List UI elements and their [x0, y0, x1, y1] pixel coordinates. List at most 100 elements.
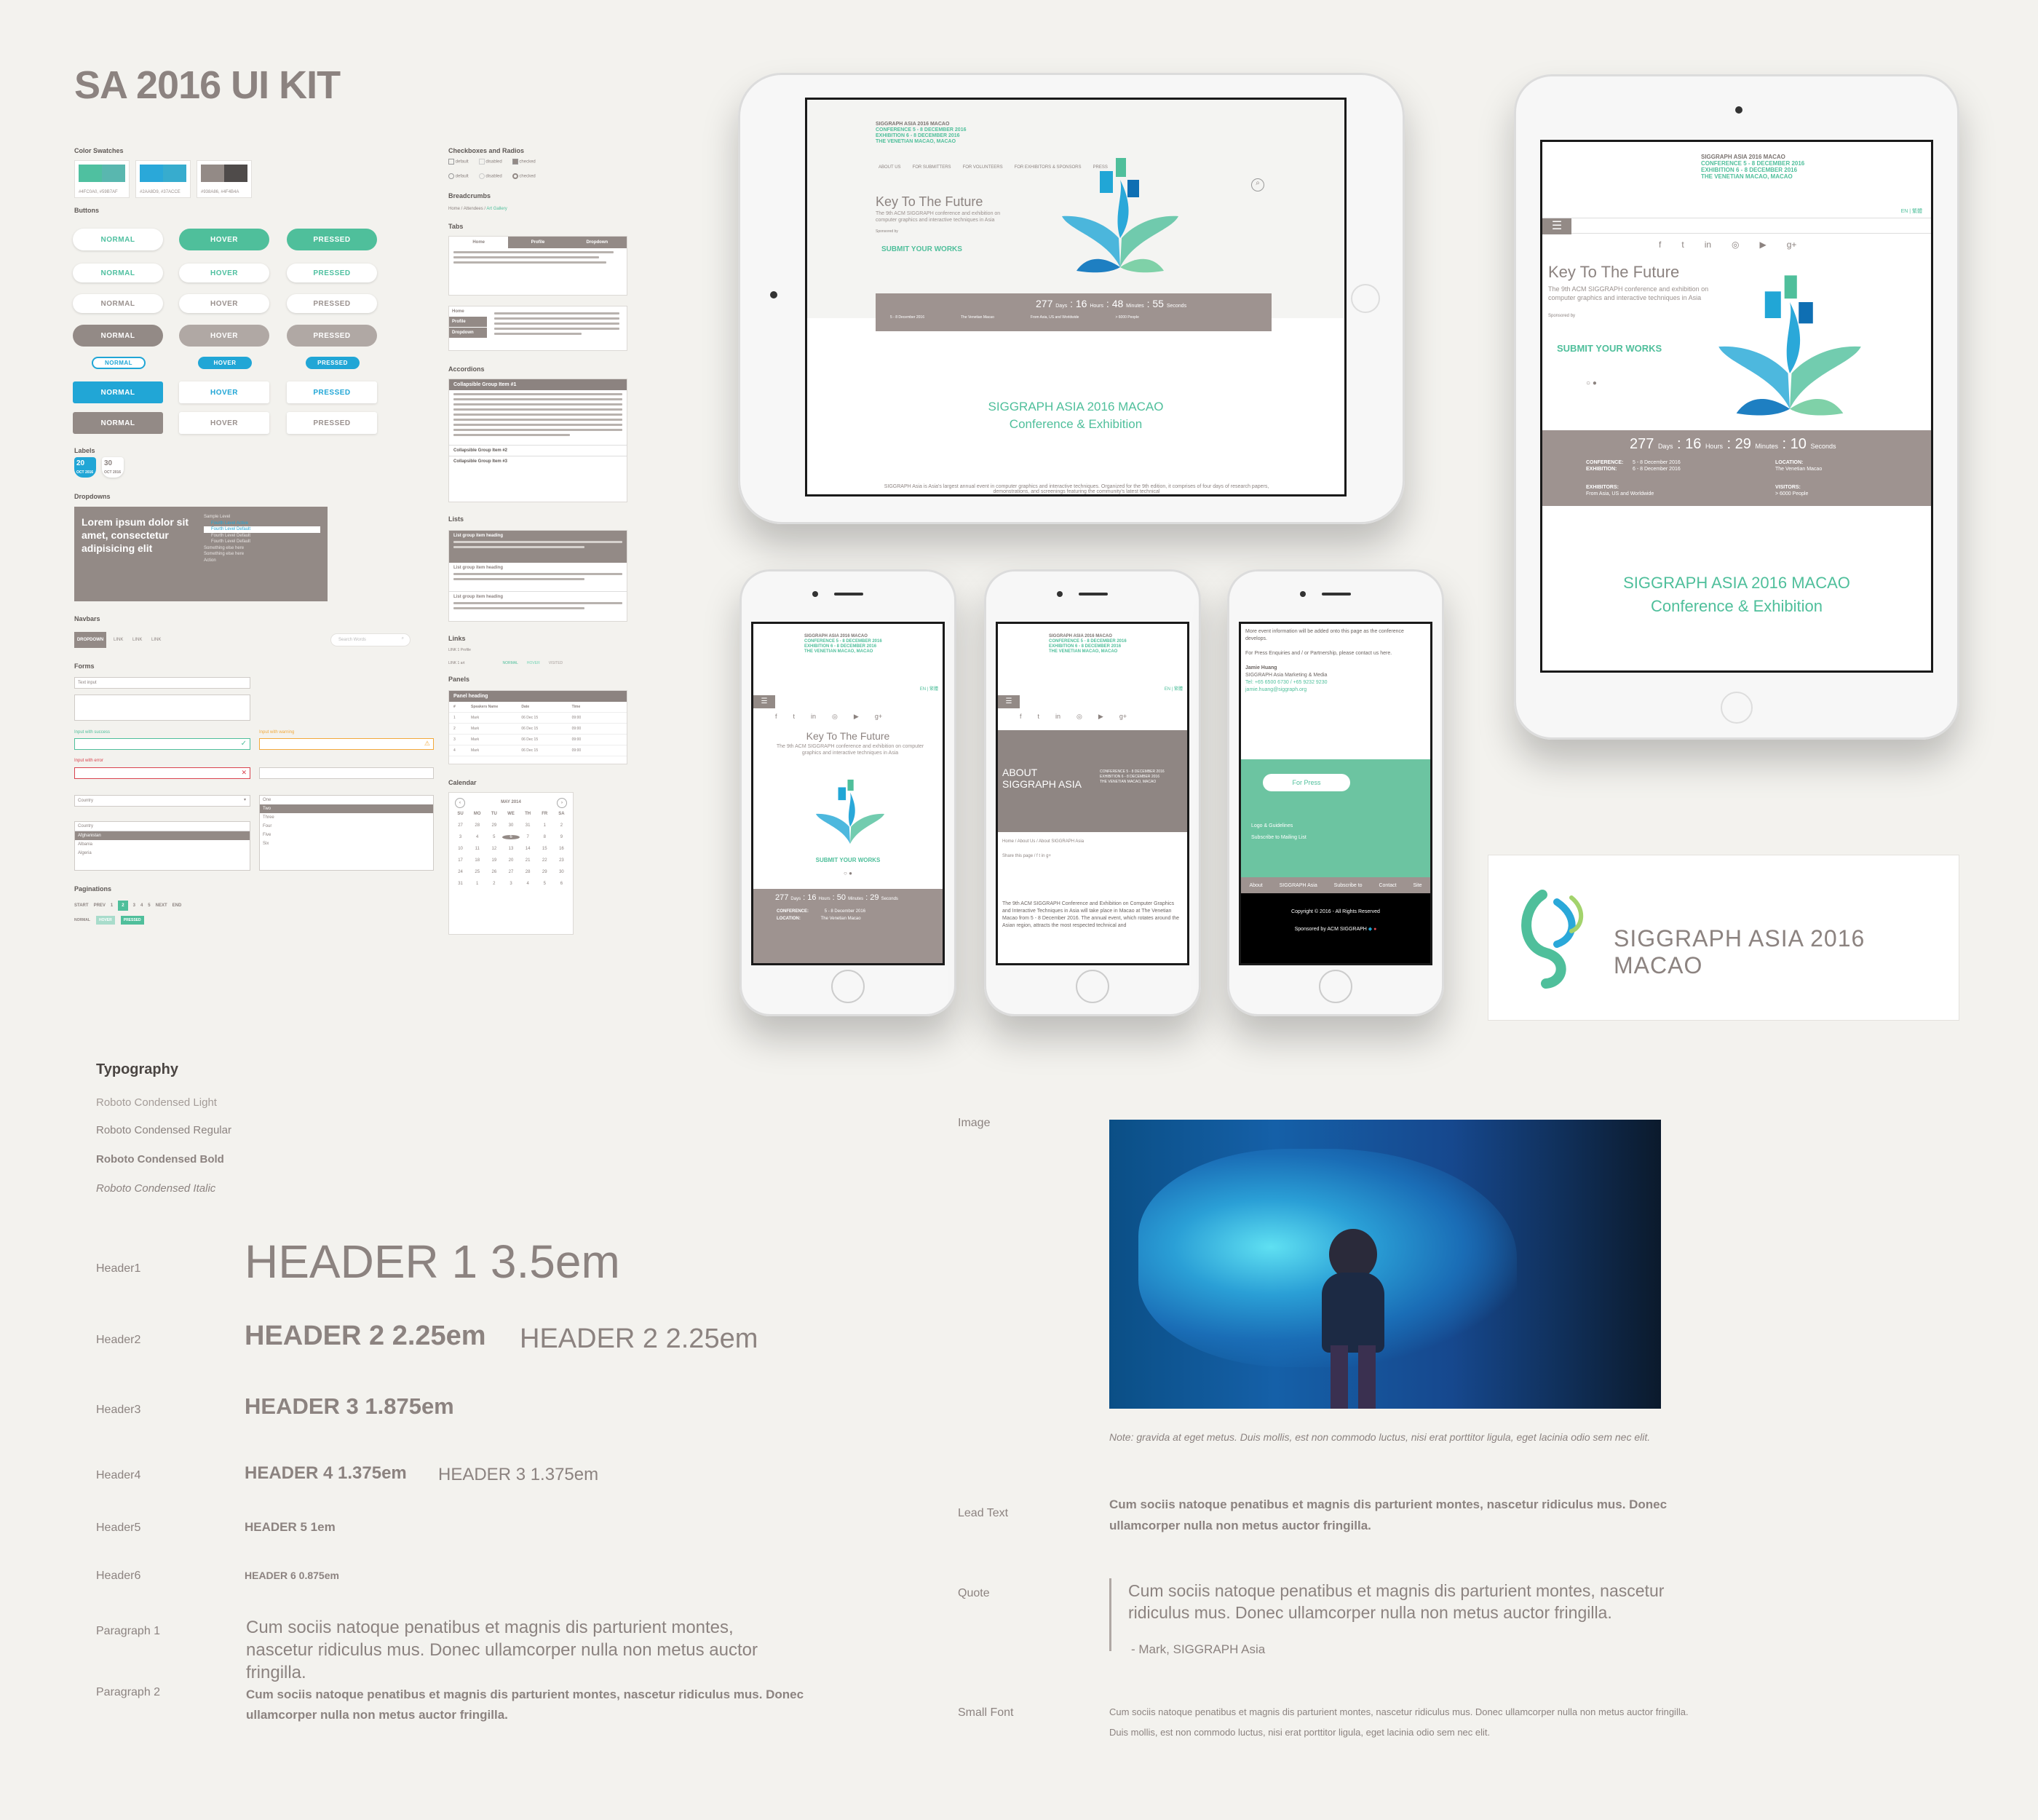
listbox-option[interactable]: Six — [260, 839, 433, 848]
chevron-left-icon[interactable]: ‹ — [455, 798, 465, 808]
page-3[interactable]: 3 — [133, 903, 135, 908]
chevron-right-icon[interactable]: › — [557, 798, 567, 808]
accordion-item-3[interactable]: Collapsible Group Item #3 — [449, 456, 627, 467]
radio-checked[interactable]: checked — [512, 173, 536, 179]
calendar-day[interactable]: 30 — [502, 823, 519, 828]
site-logo[interactable]: SIGGRAPH ASIA 2016 MACAO CONFERENCE 5 - 8… — [804, 634, 882, 654]
instagram-icon[interactable]: ◎ — [1732, 240, 1739, 250]
button-hover-teal[interactable]: HOVER — [179, 229, 269, 250]
site-logo[interactable]: SIGGRAPH ASIA 2016 MACAO CONFERENCE 5 - 8… — [876, 122, 1021, 145]
calendar-day[interactable]: 4 — [469, 835, 485, 839]
button-pressed-gray[interactable]: PRESSED — [287, 325, 377, 347]
nav-submitters[interactable]: FOR SUBMITTERS — [913, 165, 951, 170]
calendar-day[interactable]: 3 — [452, 835, 469, 839]
listbox-option[interactable]: Five — [260, 831, 433, 839]
breadcrumb-item[interactable]: Home — [448, 207, 460, 211]
input-plain[interactable] — [259, 767, 434, 779]
youtube-icon[interactable]: ▶ — [1098, 713, 1103, 721]
calendar-day[interactable]: 19 — [485, 858, 502, 863]
select-option[interactable]: Algeria — [75, 849, 250, 858]
tab-profile[interactable]: Profile — [508, 237, 568, 248]
page-next[interactable]: NEXT — [156, 903, 167, 908]
footer-link[interactable]: About — [1249, 883, 1262, 888]
link-hover[interactable]: HOVER — [527, 661, 540, 665]
radio-disabled[interactable]: disabled — [478, 173, 502, 179]
accordion-item-2[interactable]: Collapsible Group Item #2 — [449, 445, 627, 456]
calendar-day[interactable]: 27 — [502, 870, 519, 874]
list-item-active[interactable]: List group item heading — [449, 531, 627, 563]
button-hover-gray-square[interactable]: HOVER — [179, 412, 269, 434]
tab-home[interactable]: Home — [449, 237, 509, 248]
language-switch[interactable]: EN | 繁體 — [1901, 207, 1922, 215]
listbox-option[interactable]: One — [260, 796, 433, 804]
dropdown-item[interactable]: Fourth Level Default — [204, 526, 320, 533]
linkedin-icon[interactable]: in — [1055, 713, 1060, 721]
linkedin-icon[interactable]: in — [811, 713, 816, 721]
twitter-icon[interactable]: t — [793, 713, 796, 721]
button-hover-2[interactable]: HOVER — [179, 264, 269, 282]
checkbox-disabled[interactable]: disabled — [478, 159, 502, 165]
facebook-icon[interactable]: f — [1659, 240, 1661, 250]
calendar-day[interactable]: 26 — [485, 870, 502, 874]
calendar-day[interactable]: 2 — [553, 823, 570, 828]
side-tab-home[interactable]: Home — [449, 306, 487, 317]
calendar-day[interactable]: 31 — [452, 882, 469, 886]
calendar-day[interactable]: 29 — [536, 870, 553, 874]
facebook-icon[interactable]: f — [1020, 713, 1022, 721]
linkedin-icon[interactable]: in — [1042, 854, 1045, 858]
press-link[interactable]: Subscribe to Mailing List — [1251, 832, 1307, 844]
calendar-day[interactable]: 4 — [520, 882, 536, 886]
home-button[interactable] — [1351, 284, 1380, 313]
radio-default[interactable]: default — [448, 173, 469, 179]
dropdown-item[interactable]: Fourth Level Default — [204, 533, 320, 539]
link[interactable]: LINK 1 art — [448, 661, 465, 665]
listbox[interactable]: One Two Three Four Five Six — [259, 795, 434, 871]
submit-works-button[interactable]: SUBMIT YOUR WORKS — [881, 245, 962, 253]
site-logo[interactable]: SIGGRAPH ASIA 2016 MACAO CONFERENCE 5 - 8… — [1049, 634, 1127, 654]
calendar-day[interactable]: 7 — [520, 835, 536, 839]
breadcrumb[interactable]: Home / About Us / About SIGGRAPH Asia — [1002, 839, 1084, 844]
calendar-day[interactable]: 29 — [485, 823, 502, 828]
side-tab-profile[interactable]: Profile — [449, 317, 487, 327]
button-normal-outline[interactable]: NORMAL — [73, 229, 163, 250]
page-2-active[interactable]: 2 — [118, 901, 128, 911]
calendar-day[interactable]: 14 — [520, 847, 536, 851]
state-hover[interactable]: HOVER — [95, 916, 115, 925]
calendar-day[interactable]: 5 — [536, 882, 553, 886]
checkbox-checked[interactable]: checked — [512, 159, 536, 165]
home-button[interactable] — [1076, 970, 1109, 1003]
calendar-day[interactable]: 11 — [469, 847, 485, 851]
calendar-day[interactable]: 1 — [536, 823, 553, 828]
search-icon[interactable]: ⌕ — [1251, 178, 1264, 191]
button-hover-gray[interactable]: HOVER — [179, 325, 269, 347]
tab-dropdown[interactable]: Dropdown — [567, 237, 627, 248]
submit-works-button[interactable]: SUBMIT YOUR WORKS — [753, 857, 943, 863]
state-normal[interactable]: NORMAL — [74, 918, 90, 922]
button-hover-blue-square[interactable]: HOVER — [179, 381, 269, 403]
dropdown-item-active[interactable]: Fourth Level Active — [204, 521, 320, 527]
state-pressed[interactable]: PRESSED — [120, 916, 144, 925]
nav-volunteers[interactable]: FOR VOLUNTEERS — [963, 165, 1003, 170]
calendar-day[interactable]: 2 — [485, 882, 502, 886]
facebook-icon[interactable]: f — [1036, 854, 1038, 858]
home-button[interactable] — [831, 970, 865, 1003]
hamburger-icon[interactable]: ☰ — [998, 695, 1020, 708]
youtube-icon[interactable]: ▶ — [854, 713, 859, 721]
list-item[interactable]: List group item heading — [449, 592, 627, 615]
footer-link[interactable]: Subscribe to — [1334, 883, 1363, 888]
calendar-day[interactable]: 23 — [553, 858, 570, 863]
calendar-day[interactable]: 6 — [553, 882, 570, 886]
navbar-link[interactable]: LINK — [151, 638, 161, 642]
navbar-link[interactable]: LINK — [132, 638, 142, 642]
input-success[interactable]: ✓ — [74, 738, 250, 750]
calendar-day[interactable]: 31 — [520, 823, 536, 828]
home-button[interactable] — [1721, 692, 1753, 724]
facebook-icon[interactable]: f — [775, 713, 777, 721]
calendar-day[interactable]: 15 — [536, 847, 553, 851]
calendar-day[interactable]: 25 — [469, 870, 485, 874]
calendar-day[interactable]: 24 — [452, 870, 469, 874]
calendar-day[interactable]: 18 — [469, 858, 485, 863]
for-press-button[interactable]: For Press — [1263, 774, 1350, 791]
listbox-option[interactable]: Three — [260, 813, 433, 822]
calendar-day[interactable]: 28 — [469, 823, 485, 828]
